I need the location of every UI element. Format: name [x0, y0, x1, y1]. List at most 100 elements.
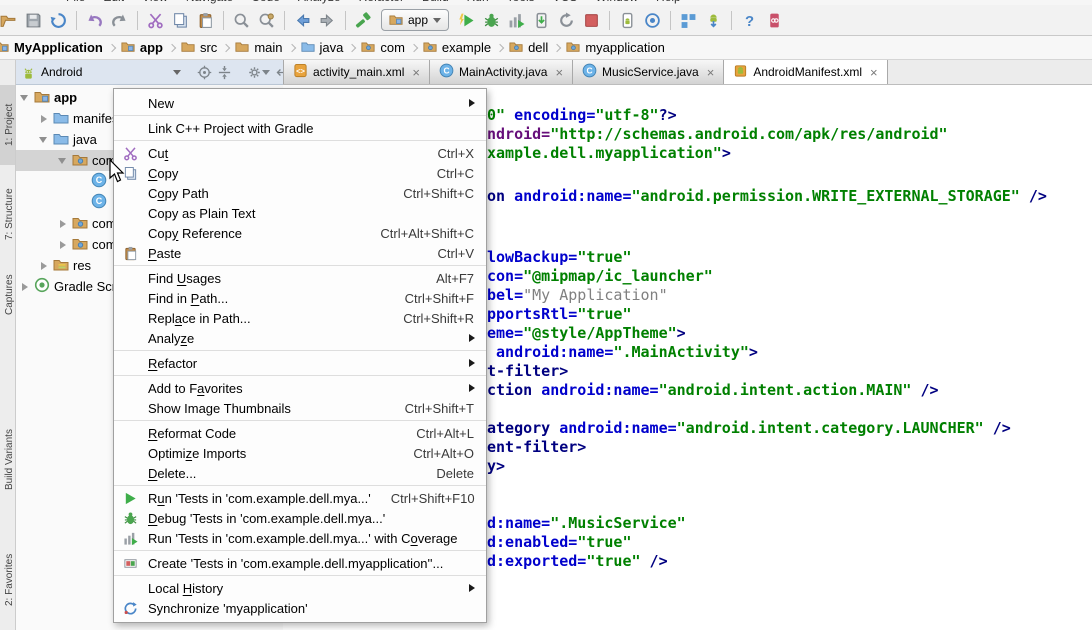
tab-mainactivity-java[interactable]: CMainActivity.java× — [430, 60, 573, 84]
tree-expand-down-icon[interactable] — [56, 155, 68, 167]
tab-musicservice-java[interactable]: CMusicService.java× — [573, 60, 724, 84]
breadcrumb-item-com[interactable]: com — [360, 39, 406, 56]
profiler-icon[interactable] — [762, 8, 787, 33]
breadcrumb-item-main[interactable]: main — [234, 39, 283, 56]
menu-item-copy-as-plain-text[interactable]: Copy as Plain Text — [114, 203, 486, 223]
tree-expand-right-icon[interactable] — [37, 260, 49, 272]
menu-item-run-tests-in-com-example-dell-mya[interactable]: Run 'Tests in 'com.example.dell.mya...'C… — [114, 488, 486, 508]
menu-item-delete[interactable]: Delete...Delete — [114, 463, 486, 483]
paste-icon[interactable] — [193, 8, 218, 33]
tree-expand-down-icon[interactable] — [37, 134, 49, 146]
menu-item-run-tests-in-com-example-dell-mya-with-coverage[interactable]: Run 'Tests in 'com.example.dell.mya...' … — [114, 528, 486, 548]
back-icon[interactable] — [290, 8, 315, 33]
menubar-item-edit[interactable]: Edit — [103, 0, 124, 5]
debug-icon[interactable] — [479, 8, 504, 33]
tool-window-button----structure[interactable]: 7: Structure — [0, 172, 15, 256]
breadcrumb-item-java[interactable]: java — [300, 39, 345, 56]
menubar-item-run[interactable]: Run — [467, 0, 489, 5]
forward-icon[interactable] — [315, 8, 340, 33]
breadcrumb-item-app[interactable]: app — [120, 39, 164, 56]
sync-icon[interactable] — [46, 8, 71, 33]
menubar-item-view[interactable]: View — [142, 0, 168, 5]
menubar-item-vcs[interactable]: VCS — [553, 0, 578, 5]
menu-item-copy-path[interactable]: Copy PathCtrl+Shift+C — [114, 183, 486, 203]
menu-item-new[interactable]: New — [114, 93, 486, 113]
stop-icon[interactable] — [579, 8, 604, 33]
close-icon[interactable]: × — [412, 66, 420, 79]
project-view-selector[interactable]: Android — [41, 65, 82, 79]
menu-item-find-in-path[interactable]: Find in Path...Ctrl+Shift+F — [114, 288, 486, 308]
gear-icon[interactable] — [248, 61, 270, 83]
close-icon[interactable]: × — [707, 66, 715, 79]
menu-item-show-image-thumbnails[interactable]: Show Image ThumbnailsCtrl+Shift+T — [114, 398, 486, 418]
tool-window-button-build-variants[interactable]: Build Variants — [0, 412, 15, 508]
locate-target-icon[interactable] — [197, 61, 212, 83]
replace-icon[interactable] — [254, 8, 279, 33]
tree-expand-down-icon[interactable] — [18, 92, 30, 104]
sdk-icon[interactable] — [701, 8, 726, 33]
menu-item-analyze[interactable]: Analyze — [114, 328, 486, 348]
tool-window-button----project[interactable]: 1: Project — [0, 85, 15, 165]
menu-item-cut[interactable]: CutCtrl+X — [114, 143, 486, 163]
breadcrumb-item-src[interactable]: src — [180, 39, 218, 56]
menu-item-debug-tests-in-com-example-dell-mya[interactable]: Debug 'Tests in 'com.example.dell.mya...… — [114, 508, 486, 528]
menu-item-replace-in-path[interactable]: Replace in Path...Ctrl+Shift+R — [114, 308, 486, 328]
structure-icon[interactable] — [676, 8, 701, 33]
close-icon[interactable]: × — [555, 66, 563, 79]
tab-androidmanifest-xml[interactable]: AndroidManifest.xml× — [724, 60, 887, 84]
menubar-item-code[interactable]: Code — [251, 0, 280, 5]
tree-expand-right-icon[interactable] — [56, 218, 68, 230]
coverage-icon[interactable] — [504, 8, 529, 33]
menu-item-find-usages[interactable]: Find UsagesAlt+F7 — [114, 268, 486, 288]
menu-item-paste[interactable]: PasteCtrl+V — [114, 243, 486, 263]
find-icon[interactable] — [229, 8, 254, 33]
help-icon[interactable]: ? — [737, 8, 762, 33]
open-icon[interactable] — [0, 8, 21, 33]
breadcrumb-item-myapplication[interactable]: MyApplication — [0, 39, 104, 56]
rerun-icon[interactable] — [554, 8, 579, 33]
menu-item-refactor[interactable]: Refactor — [114, 353, 486, 373]
cut-icon[interactable] — [143, 8, 168, 33]
menu-item-optimize-imports[interactable]: Optimize ImportsCtrl+Alt+O — [114, 443, 486, 463]
menu-item-copy[interactable]: CopyCtrl+C — [114, 163, 486, 183]
collapse-all-icon[interactable] — [217, 61, 232, 83]
menubar-item-build[interactable]: Build — [422, 0, 449, 5]
menu-item-create-tests-in-com-example-dell-myapplication[interactable]: Create 'Tests in 'com.example.dell.myapp… — [114, 553, 486, 573]
menu-item-add-to-favorites[interactable]: Add to Favorites — [114, 378, 486, 398]
menubar-item-file[interactable]: File — [66, 0, 85, 5]
avd-icon[interactable] — [615, 8, 640, 33]
menubar-item-navigate[interactable]: Navigate — [186, 0, 233, 5]
undo-icon[interactable] — [82, 8, 107, 33]
menubar-item-analyze[interactable]: Analyze — [298, 0, 341, 5]
menubar-item-help[interactable]: Help — [656, 0, 681, 5]
gradle-icon[interactable] — [640, 8, 665, 33]
copy-icon[interactable] — [168, 8, 193, 33]
redo-icon[interactable] — [107, 8, 132, 33]
menu-item-copy-reference[interactable]: Copy ReferenceCtrl+Alt+Shift+C — [114, 223, 486, 243]
tab-activity-main-xml[interactable]: <>activity_main.xml× — [283, 60, 430, 84]
tree-expand-right-icon[interactable] — [56, 239, 68, 251]
tree-expand-right-icon[interactable] — [18, 281, 30, 293]
menu-item-label: Debug 'Tests in 'com.example.dell.mya...… — [148, 511, 385, 526]
chevron-down-icon[interactable] — [173, 70, 181, 79]
tool-window-button-captures[interactable]: Captures — [0, 262, 15, 328]
tool-window-button----favorites[interactable]: 2: Favorites — [0, 538, 15, 622]
menu-item-reformat-code[interactable]: Reformat CodeCtrl+Alt+L — [114, 423, 486, 443]
breadcrumb-item-example[interactable]: example — [422, 39, 492, 56]
menu-item-link-c-project-with-gradle[interactable]: Link C++ Project with Gradle — [114, 118, 486, 138]
hammer-icon[interactable] — [351, 8, 376, 33]
menubar-item-refactor[interactable]: Refactor — [359, 0, 404, 5]
save-icon[interactable] — [21, 8, 46, 33]
menubar-item-tools[interactable]: Tools — [507, 0, 535, 5]
run-configuration-select[interactable]: app — [381, 9, 449, 31]
menubar-item-window[interactable]: Window — [595, 0, 638, 5]
breadcrumb-item-dell[interactable]: dell — [508, 39, 549, 56]
attach-icon[interactable] — [529, 8, 554, 33]
runapp-icon[interactable] — [454, 8, 479, 33]
breadcrumb-item-myapplication[interactable]: myapplication — [565, 39, 666, 56]
close-icon[interactable]: × — [870, 66, 878, 79]
tree-expand-right-icon[interactable] — [37, 113, 49, 125]
menu-item-synchronize-myapplication[interactable]: Synchronize 'myapplication' — [114, 598, 486, 618]
toolbar-divider — [731, 11, 732, 30]
menu-item-local-history[interactable]: Local History — [114, 578, 486, 598]
